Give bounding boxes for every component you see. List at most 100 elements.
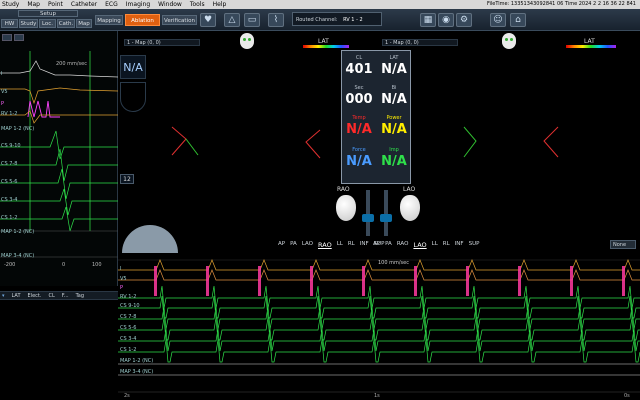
heart-lao-icon bbox=[400, 195, 420, 221]
strip-trace-label: I bbox=[120, 266, 122, 272]
menu-point[interactable]: Point bbox=[48, 1, 63, 8]
menu-imaging[interactable]: Imaging bbox=[126, 1, 150, 8]
pacing-marker bbox=[414, 266, 417, 296]
trace-label: CS 1-2 bbox=[1, 215, 18, 221]
pacing-marker bbox=[258, 266, 261, 296]
pacing-marker bbox=[362, 266, 365, 296]
right-map-selector[interactable]: 1 - Map (0, 0) bbox=[382, 39, 458, 46]
strip-traces-svg bbox=[118, 259, 640, 393]
map-overlay-select[interactable]: None bbox=[610, 240, 636, 249]
left-map-lat-label: LAT bbox=[318, 38, 329, 45]
tab-verification[interactable]: Verification bbox=[162, 15, 197, 25]
param-temp: Temp N/A bbox=[342, 115, 376, 138]
view-btn-sup[interactable]: SUP bbox=[469, 241, 480, 249]
pacing-marker bbox=[518, 266, 521, 296]
heart-tool-icon[interactable]: ♥ bbox=[200, 13, 216, 27]
trace-label: CS 5-6 bbox=[1, 179, 18, 185]
list-expand-icon[interactable]: ▾ bbox=[2, 292, 5, 299]
view-btn-rl[interactable]: RL bbox=[348, 241, 355, 249]
screen-icon[interactable]: ▭ bbox=[244, 13, 260, 27]
tab-cath[interactable]: Cath. bbox=[57, 19, 75, 28]
left-scale-label: 200 mm/sec bbox=[56, 61, 87, 67]
list-col-lat[interactable]: LAT bbox=[12, 292, 21, 299]
layout-tool-icon[interactable]: ▦ bbox=[420, 13, 436, 27]
trace-label: RV 1-2 bbox=[1, 111, 18, 117]
list-col-cl[interactable]: CL bbox=[48, 292, 54, 299]
menu-help[interactable]: Help bbox=[213, 1, 227, 8]
view-up-icon[interactable]: △ bbox=[224, 13, 240, 27]
view-btn-ap[interactable]: AP bbox=[278, 241, 285, 249]
trace-label: CS 9-10 bbox=[1, 143, 21, 149]
list-col-f[interactable]: F... bbox=[62, 292, 69, 299]
param-power: Power N/A bbox=[377, 115, 411, 138]
param-bi-value: N/A bbox=[381, 92, 407, 107]
view-center-handle[interactable] bbox=[362, 214, 374, 222]
view-btn-rao[interactable]: RAO bbox=[397, 241, 409, 249]
list-col-elect[interactable]: Elect. bbox=[28, 292, 42, 299]
rao-view-label: RAO bbox=[337, 186, 350, 193]
tab-loc[interactable]: Loc. bbox=[39, 19, 56, 28]
right-map-catheter-glyph bbox=[543, 126, 559, 158]
catheter-tool-icon[interactable]: ⌇ bbox=[268, 13, 284, 27]
lao-view-label: LAO bbox=[403, 186, 416, 193]
right-map-catheter-glyph bbox=[463, 126, 477, 158]
settings-tool-icon[interactable]: ⚙ bbox=[456, 13, 472, 27]
catheter-orientation-dial[interactable] bbox=[122, 225, 178, 253]
tab-mapping[interactable]: Mapping bbox=[95, 15, 123, 25]
view-btn-rao[interactable]: RAO bbox=[318, 241, 332, 249]
view-btn-ll[interactable]: LL bbox=[337, 241, 343, 249]
strip-cs-trace bbox=[118, 317, 640, 341]
routed-channel-label: Routed Channel: bbox=[296, 17, 338, 23]
tab-hw[interactable]: HW bbox=[1, 19, 18, 28]
file-time: FileTime: 13351343092841 06 Time 2024 2 … bbox=[486, 1, 636, 7]
menu-tools[interactable]: Tools bbox=[190, 1, 205, 8]
param-sec: Sec 000 bbox=[342, 85, 376, 108]
strip-cs-trace bbox=[118, 285, 640, 309]
view-btn-inf[interactable]: INF bbox=[360, 241, 369, 249]
tab-map[interactable]: Map bbox=[76, 19, 92, 28]
menu-map[interactable]: Map bbox=[27, 1, 40, 8]
strip-trace-label: RV 1-2 bbox=[120, 294, 137, 300]
view-btn-ll[interactable]: LL bbox=[432, 241, 438, 249]
pacing-marker bbox=[570, 266, 573, 296]
view-btn-pa[interactable]: PA bbox=[385, 241, 392, 249]
view-btn-lao[interactable]: LAO bbox=[413, 241, 426, 249]
tab-ablation[interactable]: Ablation bbox=[125, 14, 160, 26]
param-lat-value: N/A bbox=[381, 62, 407, 77]
strip-trace-label: CS 3-4 bbox=[120, 336, 137, 342]
menu-study[interactable]: Study bbox=[2, 1, 19, 8]
record-tool-icon[interactable]: ◉ bbox=[438, 13, 454, 27]
view-btn-lao[interactable]: LAO bbox=[302, 241, 313, 249]
view-btn-inf[interactable]: INF bbox=[455, 241, 464, 249]
param-sec-label: Sec bbox=[354, 85, 364, 91]
view-btn-ap[interactable]: AP bbox=[373, 241, 380, 249]
right-map-color-bar bbox=[566, 45, 616, 48]
menu-catheter[interactable]: Catheter bbox=[71, 1, 97, 8]
right-map-lat-label: LAT bbox=[584, 38, 595, 45]
heart-rao-icon bbox=[336, 195, 356, 221]
rao-slider[interactable] bbox=[366, 190, 370, 236]
menu-window[interactable]: Window bbox=[158, 1, 182, 8]
param-force-label: Force bbox=[352, 147, 366, 153]
tab-study[interactable]: Study bbox=[19, 19, 38, 28]
strip-trace-label: MAP 1-2 (NC) bbox=[120, 358, 154, 364]
param-force-value: N/A bbox=[346, 154, 372, 169]
param-sec-value: 000 bbox=[345, 92, 373, 107]
left-map-catheter-glyph bbox=[305, 129, 321, 159]
view-btn-pa[interactable]: PA bbox=[290, 241, 297, 249]
tag-tool-icon[interactable]: ⌂ bbox=[510, 13, 526, 27]
pacing-marker bbox=[154, 266, 157, 296]
view-center-handle[interactable] bbox=[380, 214, 392, 222]
trace-cs3-4 bbox=[0, 188, 118, 216]
gauge-arc bbox=[120, 82, 146, 112]
param-power-value: N/A bbox=[381, 122, 407, 137]
lao-slider[interactable] bbox=[384, 190, 388, 236]
view-btn-rl[interactable]: RL bbox=[443, 241, 450, 249]
routed-channel[interactable]: Routed Channel: RV 1 - 2 bbox=[292, 12, 382, 26]
list-col-tag[interactable]: Tag bbox=[76, 292, 84, 299]
menu-ecg[interactable]: ECG bbox=[105, 1, 118, 8]
left-map-selector[interactable]: 1 - Map (0, 0) bbox=[124, 39, 200, 46]
trace-label: V5 bbox=[1, 89, 8, 95]
user-tool-icon[interactable]: ☺ bbox=[490, 13, 506, 27]
setup-group-label: Setup bbox=[18, 10, 78, 17]
